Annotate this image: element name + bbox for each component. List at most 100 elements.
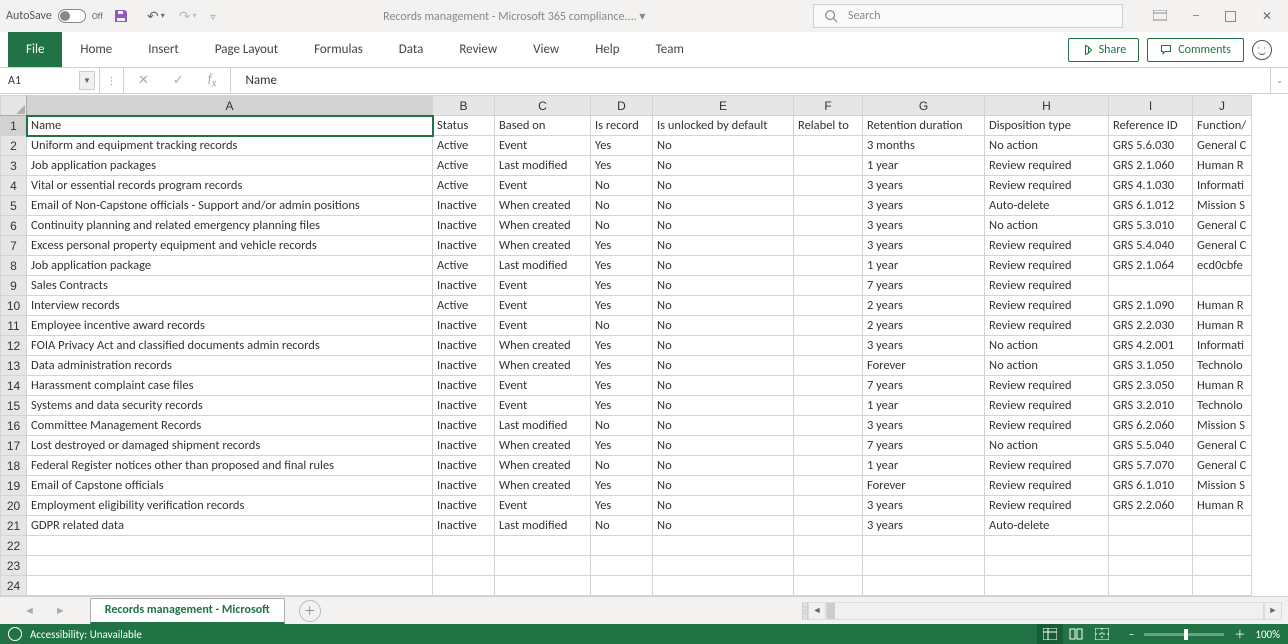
cell[interactable] [1109,576,1193,596]
cell[interactable]: Event [495,376,591,396]
cell[interactable] [1193,516,1252,536]
cell[interactable] [433,556,495,576]
cell[interactable] [433,536,495,556]
cell[interactable]: GRS 3.1.050 [1109,356,1193,376]
cell[interactable]: When created [495,356,591,376]
cell[interactable]: Review required [985,416,1109,436]
cell[interactable]: Event [495,396,591,416]
cell[interactable]: General C [1193,216,1252,236]
cell[interactable] [495,536,591,556]
cancel-formula-icon[interactable]: ✕ [138,73,149,88]
cell[interactable]: Review required [985,496,1109,516]
cell[interactable]: GRS 2.1.090 [1109,296,1193,316]
cell[interactable]: Yes [591,156,653,176]
cell[interactable] [1109,516,1193,536]
cell[interactable]: Employment eligibility verification reco… [27,496,433,516]
cell[interactable]: 3 years [863,236,985,256]
cell[interactable]: 3 years [863,336,985,356]
cell[interactable]: Inactive [433,396,495,416]
cell[interactable]: GRS 5.5.040 [1109,436,1193,456]
new-sheet-button[interactable]: ＋ [299,600,321,622]
cell[interactable]: When created [495,476,591,496]
hscroll-left-icon[interactable]: ◄ [808,602,826,620]
cell[interactable] [794,576,863,596]
cell[interactable]: When created [495,336,591,356]
row-header-22[interactable]: 22 [1,536,27,556]
cell[interactable]: Review required [985,476,1109,496]
cell[interactable]: Disposition type [985,116,1109,136]
cell[interactable]: Yes [591,356,653,376]
cell[interactable]: GRS 2.3.050 [1109,376,1193,396]
cell[interactable]: Event [495,136,591,156]
cell[interactable]: Yes [591,136,653,156]
cell[interactable]: Function/ [1193,116,1252,136]
zoom-in-icon[interactable]: ＋ [1234,626,1245,642]
cell[interactable] [794,156,863,176]
cell[interactable]: Inactive [433,476,495,496]
cell[interactable]: Retention duration [863,116,985,136]
cell[interactable]: No [591,516,653,536]
cell[interactable]: Reference ID [1109,116,1193,136]
cell[interactable]: No [591,176,653,196]
cell[interactable]: Active [433,136,495,156]
cell[interactable]: Yes [591,236,653,256]
row-header-1[interactable]: 1 [1,116,27,136]
cell[interactable]: Human R [1193,156,1252,176]
cell[interactable] [794,456,863,476]
hscroll-thumb[interactable] [827,603,835,619]
cell[interactable]: When created [495,196,591,216]
cell[interactable]: GRS 4.2.001 [1109,336,1193,356]
cell[interactable]: Harassment complaint case files [27,376,433,396]
cell[interactable]: Review required [985,376,1109,396]
cell[interactable]: Is record [591,116,653,136]
view-page-layout-icon[interactable] [1063,624,1089,644]
cell[interactable]: Active [433,176,495,196]
cell[interactable]: Inactive [433,516,495,536]
cell[interactable]: Human R [1193,376,1252,396]
cell[interactable]: 1 year [863,256,985,276]
cell[interactable] [27,556,433,576]
cell[interactable] [794,236,863,256]
cell[interactable]: Review required [985,156,1109,176]
cell[interactable]: No [591,316,653,336]
cell[interactable] [794,476,863,496]
view-page-break-icon[interactable] [1089,624,1115,644]
cell[interactable]: 3 years [863,496,985,516]
cell[interactable]: No [591,216,653,236]
tab-view[interactable]: View [515,32,577,67]
cell[interactable] [1193,276,1252,296]
row-header-7[interactable]: 7 [1,236,27,256]
cell[interactable]: GDPR related data [27,516,433,536]
cell[interactable] [1193,536,1252,556]
cell[interactable]: 3 years [863,516,985,536]
cell[interactable]: GRS 2.1.060 [1109,156,1193,176]
cell[interactable] [1109,536,1193,556]
cell[interactable]: GRS 4.1.030 [1109,176,1193,196]
cell[interactable]: No [653,376,794,396]
row-header-19[interactable]: 19 [1,476,27,496]
cell[interactable]: Auto-delete [985,196,1109,216]
cell[interactable]: No [653,436,794,456]
cell[interactable] [794,516,863,536]
cell[interactable] [495,556,591,576]
cell[interactable]: Mission S [1193,196,1252,216]
cell[interactable]: Employee incentive award records [27,316,433,336]
cell[interactable] [794,396,863,416]
row-header-13[interactable]: 13 [1,356,27,376]
cell[interactable]: No [653,396,794,416]
hscroll-right-icon[interactable]: ► [1264,602,1282,620]
cell[interactable]: 1 year [863,456,985,476]
cell[interactable]: When created [495,216,591,236]
cell[interactable]: No [653,196,794,216]
tab-help[interactable]: Help [577,32,637,67]
cell[interactable]: No [653,456,794,476]
row-header-14[interactable]: 14 [1,376,27,396]
row-header-17[interactable]: 17 [1,436,27,456]
cell[interactable]: Inactive [433,236,495,256]
cell[interactable]: Last modified [495,156,591,176]
cell[interactable]: ecd0cbfe [1193,256,1252,276]
cell[interactable]: Job application packages [27,156,433,176]
cell[interactable]: Event [495,496,591,516]
cell[interactable]: No [653,336,794,356]
cell[interactable] [794,336,863,356]
